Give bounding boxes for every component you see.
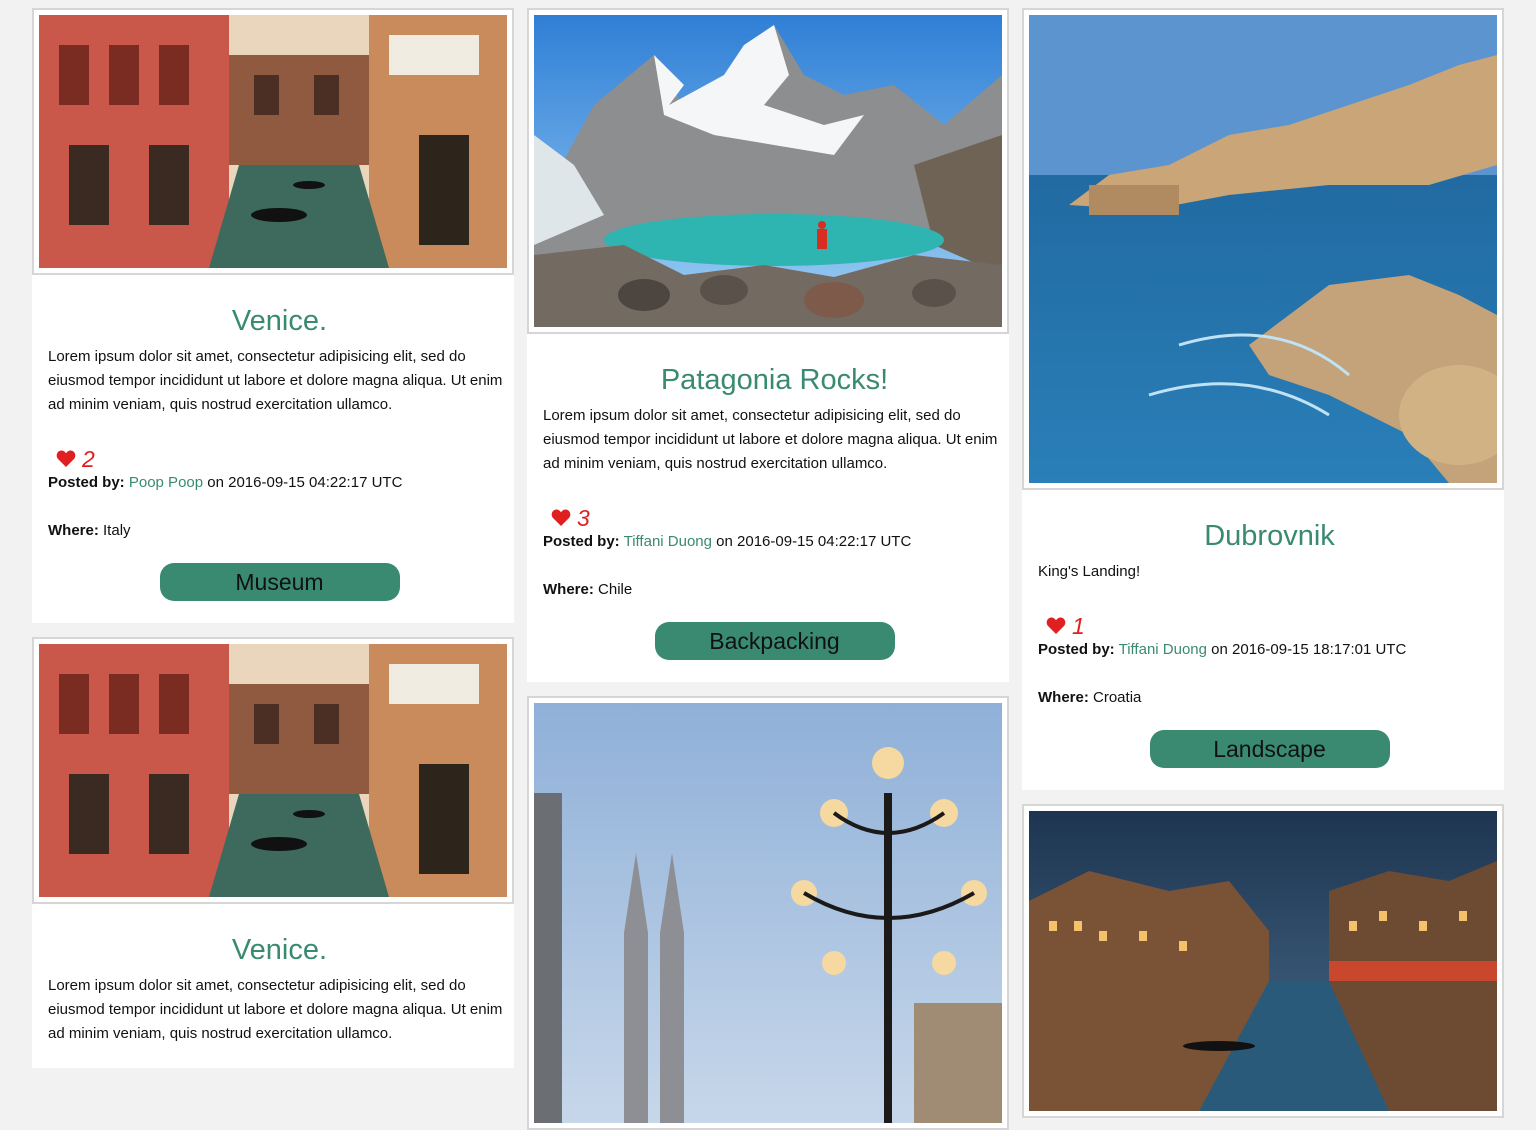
where-label: Where: [543, 581, 594, 598]
post-card [527, 696, 1009, 1130]
tag-button[interactable]: Landscape [1149, 730, 1390, 768]
post-card: Venice. Lorem ipsum dolor sit amet, cons… [32, 637, 514, 1068]
post-timestamp: 2016-09-15 04:22:17 UTC [228, 474, 403, 491]
heart-icon[interactable] [1046, 617, 1066, 635]
author-link[interactable]: Tiffani Duong [624, 533, 712, 550]
like-count: 3 [577, 504, 590, 531]
tag-button[interactable]: Backpacking [654, 622, 895, 660]
heart-icon[interactable] [56, 450, 76, 468]
like-widget[interactable]: 1 [1038, 612, 1501, 640]
post-card: Patagonia Rocks! Lorem ipsum dolor sit a… [527, 8, 1009, 682]
post-description: Lorem ipsum dolor sit amet, consectetur … [48, 977, 503, 1042]
post-description: Lorem ipsum dolor sit amet, consectetur … [48, 348, 503, 413]
post-title[interactable]: Venice. [48, 275, 511, 339]
post-photo-frame[interactable] [1022, 8, 1504, 490]
post-card [1022, 804, 1504, 1118]
post-timestamp: 2016-09-15 04:22:17 UTC [737, 533, 912, 550]
dubrovnik-coast-photo [1029, 15, 1497, 483]
post-description: Lorem ipsum dolor sit amet, consectetur … [543, 407, 998, 472]
where-line: Where: Croatia [1038, 688, 1501, 708]
posted-by-label: Posted by: [48, 474, 125, 491]
cathedral-street-lamps-photo [534, 703, 1002, 1123]
posted-by-line: Posted by: Tiffani Duong on 2016-09-15 1… [1038, 640, 1501, 660]
post-description: King's Landing! [1038, 563, 1141, 580]
on-label: on [207, 474, 224, 491]
post-timestamp: 2016-09-15 18:17:01 UTC [1232, 641, 1407, 658]
post-card: Venice. Lorem ipsum dolor sit amet, cons… [32, 8, 514, 623]
post-card: Dubrovnik King's Landing! 1 Posted by: T… [1022, 8, 1504, 790]
patagonia-mountain-lake-photo [534, 15, 1002, 327]
author-link[interactable]: Poop Poop [129, 474, 203, 491]
like-widget[interactable]: 3 [543, 504, 1006, 532]
where-label: Where: [48, 522, 99, 539]
venice-canal-photo [39, 15, 507, 268]
venice-grand-canal-night-photo [1029, 811, 1497, 1111]
posted-by-label: Posted by: [543, 533, 620, 550]
author-link[interactable]: Tiffani Duong [1119, 641, 1207, 658]
where-label: Where: [1038, 689, 1089, 706]
post-column-3: Dubrovnik King's Landing! 1 Posted by: T… [1022, 0, 1504, 1118]
like-widget[interactable]: 2 [48, 445, 511, 473]
post-photo-frame[interactable] [32, 637, 514, 904]
post-column-2: Patagonia Rocks! Lorem ipsum dolor sit a… [527, 0, 1009, 1130]
where-line: Where: Chile [543, 580, 1006, 600]
like-count: 2 [82, 445, 95, 472]
tag-button[interactable]: Museum [159, 563, 400, 601]
where-value: Croatia [1093, 689, 1142, 706]
posted-by-line: Posted by: Poop Poop on 2016-09-15 04:22… [48, 473, 511, 493]
post-title[interactable]: Venice. [48, 904, 511, 968]
where-line: Where: Italy [48, 521, 511, 541]
posted-by-label: Posted by: [1038, 641, 1115, 658]
post-photo-frame[interactable] [527, 696, 1009, 1130]
like-count: 1 [1072, 612, 1085, 639]
posted-by-line: Posted by: Tiffani Duong on 2016-09-15 0… [543, 532, 1006, 552]
post-photo-frame[interactable] [1022, 804, 1504, 1118]
post-column-1: Venice. Lorem ipsum dolor sit amet, cons… [32, 0, 514, 1068]
on-label: on [716, 533, 733, 550]
heart-icon[interactable] [551, 509, 571, 527]
post-title[interactable]: Dubrovnik [1038, 490, 1501, 554]
post-photo-frame[interactable] [32, 8, 514, 275]
venice-canal-photo [39, 644, 507, 897]
where-value: Italy [103, 522, 131, 539]
on-label: on [1211, 641, 1228, 658]
post-title[interactable]: Patagonia Rocks! [543, 334, 1006, 398]
post-photo-frame[interactable] [527, 8, 1009, 334]
where-value: Chile [598, 581, 633, 598]
